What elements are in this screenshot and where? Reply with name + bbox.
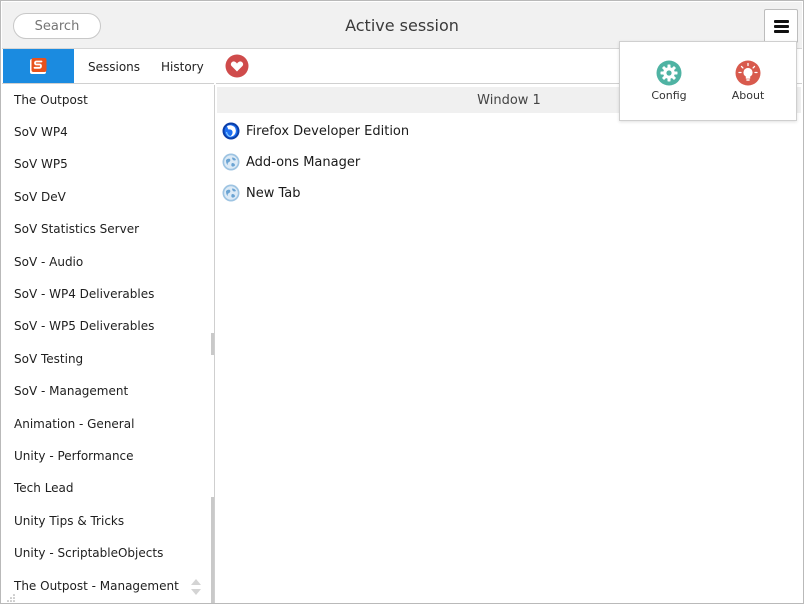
search-input[interactable] [13, 13, 101, 39]
session-item[interactable]: SoV Testing [14, 349, 83, 369]
page-title: Active session [345, 16, 459, 35]
config-menu-item[interactable]: Config [639, 58, 699, 108]
session-item[interactable]: Unity Tips & Tricks [14, 511, 124, 531]
heart-icon[interactable] [225, 54, 249, 78]
globe-icon [222, 153, 240, 171]
tab-title: Firefox Developer Edition [246, 124, 410, 139]
session-item[interactable]: SoV - Audio [14, 252, 83, 272]
about-label: About [731, 89, 765, 102]
session-item[interactable]: Unity - Performance [14, 446, 134, 466]
session-item[interactable]: SoV WP4 [14, 122, 68, 142]
about-menu-item[interactable]: About [718, 58, 778, 108]
firefox-developer-icon [222, 122, 240, 140]
lightbulb-icon [735, 60, 761, 86]
tab-history[interactable]: History [161, 49, 204, 83]
session-item[interactable]: The Outpost - Management [14, 576, 179, 596]
menu-button[interactable] [764, 9, 798, 43]
session-item[interactable]: Animation - General [14, 414, 134, 434]
logo-tab[interactable] [3, 49, 74, 83]
session-item[interactable]: SoV WP5 [14, 154, 68, 174]
tab-title: New Tab [246, 186, 301, 201]
session-item[interactable]: Tech Lead [14, 478, 74, 498]
session-item[interactable]: SoV - WP5 Deliverables [14, 316, 154, 336]
session-item[interactable]: SoV - Management [14, 381, 128, 401]
tab-title: Add-ons Manager [246, 155, 361, 170]
session-item[interactable]: SoV Statistics Server [14, 219, 139, 239]
scroll-arrows-icon[interactable] [189, 577, 203, 597]
session-item[interactable]: Unity - ScriptableObjects [14, 543, 163, 563]
tab-sessions[interactable]: Sessions [88, 49, 140, 83]
gear-icon [656, 60, 682, 86]
session-item[interactable]: SoV DeV [14, 187, 66, 207]
options-dropdown: Config About [619, 41, 797, 121]
app-window: Active session Sessions History The Outp… [0, 0, 804, 604]
resize-grip-icon[interactable] [7, 594, 15, 602]
scroll-thumb-upper[interactable] [211, 333, 214, 355]
sidebar-scrollbar[interactable] [211, 85, 214, 603]
session-item[interactable]: The Outpost [14, 90, 88, 110]
session-item[interactable]: SoV - WP4 Deliverables [14, 284, 154, 304]
scroll-thumb-lower[interactable] [211, 497, 214, 603]
session-content: Window 1 Firefox Developer Edition Add-o… [216, 85, 802, 603]
config-label: Config [651, 89, 687, 102]
session-sync-logo-icon [30, 58, 47, 74]
sidebar-tabs: Sessions History [2, 49, 214, 84]
session-list[interactable]: The Outpost SoV WP4 SoV WP5 SoV DeV SoV … [2, 85, 215, 603]
globe-icon [222, 184, 240, 202]
